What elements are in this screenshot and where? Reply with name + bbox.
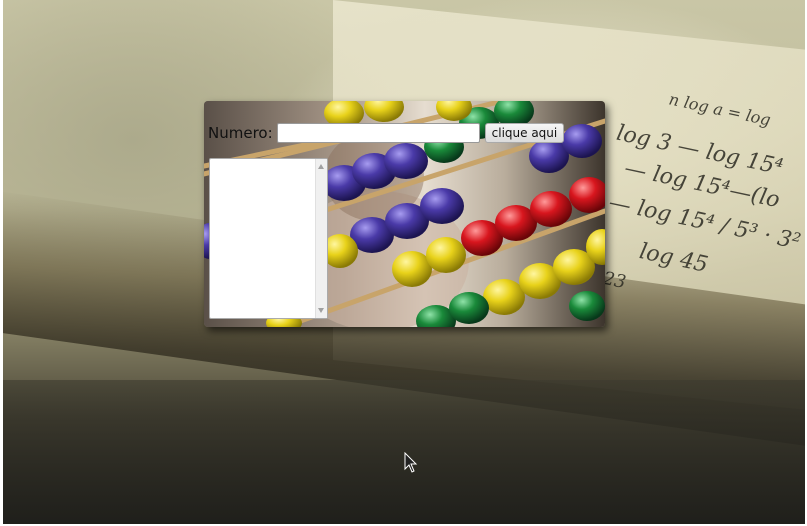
book-formula: 23 [601, 267, 628, 294]
clique-aqui-button[interactable]: clique aqui [484, 123, 565, 143]
numero-input[interactable] [276, 123, 480, 143]
number-form: Numero: clique aqui [208, 122, 565, 144]
scroll-down-arrow-icon[interactable] [318, 308, 324, 313]
listbox-scrollbar[interactable] [315, 159, 327, 318]
abacus-panel: Numero: clique aqui [204, 101, 605, 327]
scroll-up-arrow-icon[interactable] [318, 164, 324, 169]
results-listbox[interactable] [209, 158, 328, 319]
numero-label: Numero: [208, 124, 273, 142]
mouse-pointer-icon [404, 452, 418, 473]
